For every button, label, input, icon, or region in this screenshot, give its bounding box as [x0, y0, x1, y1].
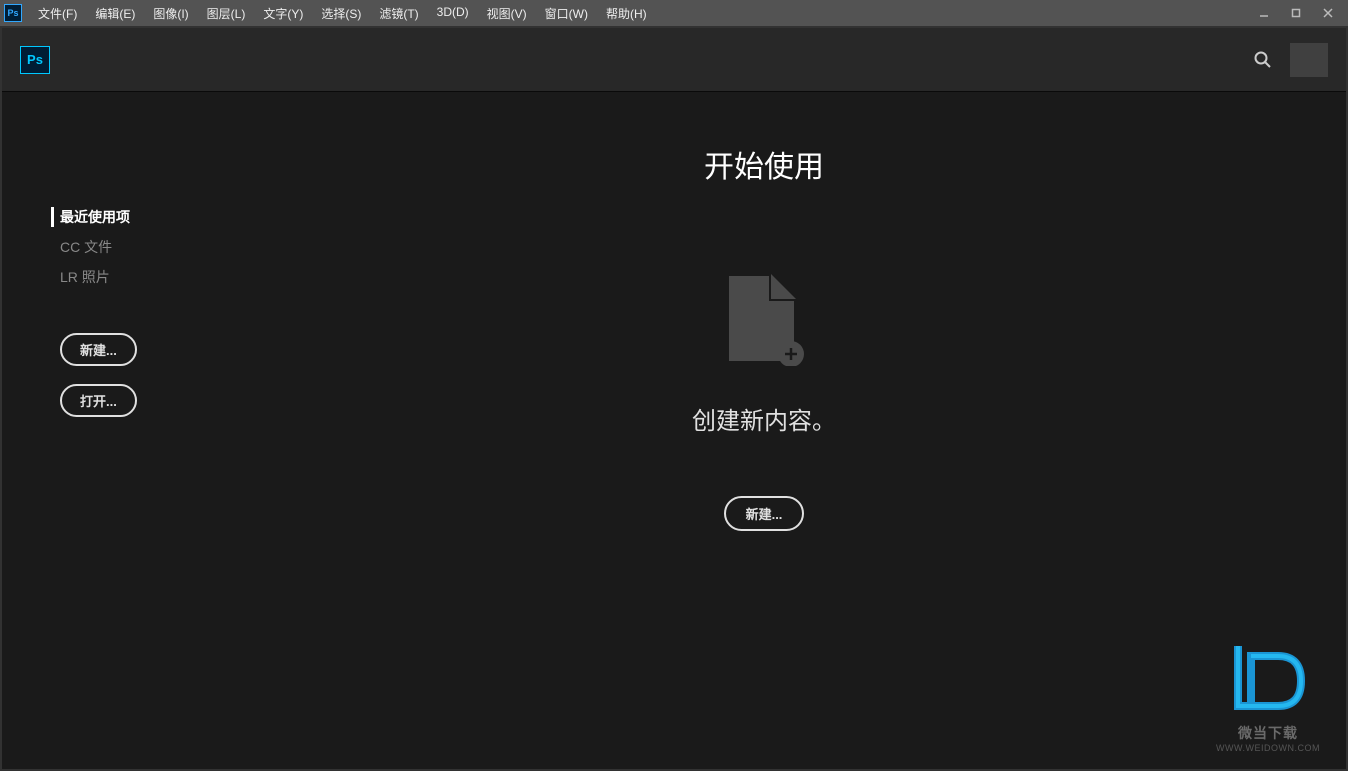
minimize-icon [1259, 8, 1269, 18]
app-frame: Ps 最近使用项 CC 文件 LR 照片 新建... 打开... [0, 26, 1348, 771]
maximize-button[interactable] [1280, 1, 1312, 25]
sidebar-item-cc-files[interactable]: CC 文件 [60, 237, 182, 257]
menu-filter[interactable]: 滤镜(T) [371, 1, 426, 26]
app-inner: Ps 最近使用项 CC 文件 LR 照片 新建... 打开... [2, 28, 1346, 769]
new-file-icon [719, 266, 809, 371]
menu-help[interactable]: 帮助(H) [598, 1, 655, 26]
account-box[interactable] [1290, 43, 1328, 77]
open-button[interactable]: 打开... [60, 384, 137, 417]
menu-3d[interactable]: 3D(D) [429, 1, 477, 26]
sidebar: 最近使用项 CC 文件 LR 照片 新建... 打开... [2, 92, 182, 769]
minimize-button[interactable] [1248, 1, 1280, 25]
menu-image[interactable]: 图像(I) [145, 1, 196, 26]
search-button[interactable] [1244, 41, 1282, 79]
search-icon [1253, 50, 1273, 70]
menu-layer[interactable]: 图层(L) [199, 1, 254, 26]
sidebar-item-lr-photos[interactable]: LR 照片 [60, 267, 182, 287]
menu-file[interactable]: 文件(F) [30, 1, 85, 26]
new-button[interactable]: 新建... [60, 333, 137, 366]
menu-edit[interactable]: 编辑(E) [87, 1, 143, 26]
window-controls [1248, 1, 1344, 25]
maximize-icon [1291, 8, 1301, 18]
center-stage: 开始使用 创建新内容。 新建... [182, 92, 1346, 769]
create-text: 创建新内容。 [692, 401, 836, 436]
main-content: 最近使用项 CC 文件 LR 照片 新建... 打开... 开始使用 [2, 92, 1346, 769]
center-new-button[interactable]: 新建... [724, 496, 805, 531]
menubar-items: 文件(F) 编辑(E) 图像(I) 图层(L) 文字(Y) 选择(S) 滤镜(T… [30, 1, 1248, 26]
sidebar-actions: 新建... 打开... [60, 333, 182, 435]
close-icon [1323, 8, 1333, 18]
ps-logo[interactable]: Ps [20, 46, 50, 74]
top-toolbar: Ps [2, 28, 1346, 92]
menu-text[interactable]: 文字(Y) [255, 1, 311, 26]
sidebar-item-recent[interactable]: 最近使用项 [51, 207, 182, 227]
menu-view[interactable]: 视图(V) [479, 1, 535, 26]
menu-window[interactable]: 窗口(W) [537, 1, 596, 26]
app-icon-small: Ps [4, 4, 22, 22]
close-button[interactable] [1312, 1, 1344, 25]
menubar: Ps 文件(F) 编辑(E) 图像(I) 图层(L) 文字(Y) 选择(S) 滤… [0, 0, 1348, 26]
start-heading: 开始使用 [704, 142, 824, 186]
menu-select[interactable]: 选择(S) [313, 1, 369, 26]
